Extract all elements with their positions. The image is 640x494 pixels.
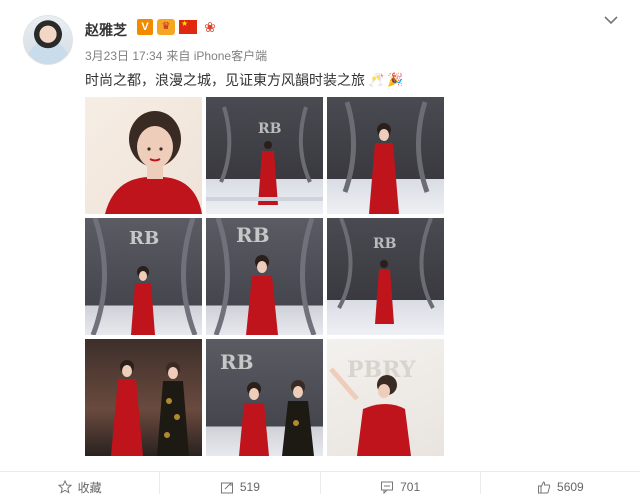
- favorite-label: 收藏: [77, 480, 102, 494]
- photo-4-logo: RB: [129, 228, 159, 249]
- photo-5-logo: RB: [236, 223, 270, 247]
- photo-4-image: RB: [90, 218, 198, 335]
- post-text-row: 时尚之都，浪漫之城，见证東方风韻时装之旅 🥂 🎉: [85, 70, 403, 90]
- china-flag-icon[interactable]: [179, 19, 197, 34]
- post-source: 来自 iPhone客户端: [166, 49, 268, 63]
- photo-6-logo: RB: [373, 236, 397, 252]
- like-button[interactable]: 5609: [481, 472, 640, 494]
- photo-2-logo: RB: [258, 121, 282, 137]
- chevron-down-icon[interactable]: [603, 12, 619, 28]
- photo-4[interactable]: RB: [85, 218, 202, 335]
- vip-crown-icon[interactable]: ♛: [157, 19, 175, 35]
- thumbs-up-icon: [538, 481, 551, 494]
- photo-5[interactable]: RB: [206, 218, 323, 335]
- photo-7-image: [111, 360, 189, 456]
- heart-hands-icon[interactable]: ❀: [201, 19, 219, 35]
- repost-icon: [220, 482, 233, 494]
- photo-5-image: RB: [213, 218, 317, 335]
- photo-1-image: [105, 111, 202, 214]
- repost-count: 519: [239, 480, 260, 494]
- avatar[interactable]: [23, 15, 73, 65]
- photo-6[interactable]: RB: [327, 218, 444, 335]
- comment-count: 701: [400, 480, 421, 494]
- photo-3[interactable]: [327, 97, 444, 214]
- comment-button[interactable]: 701: [321, 472, 481, 494]
- username[interactable]: 赵雅芝: [85, 20, 127, 40]
- party-popper-emoji-icon: 🎉: [387, 72, 404, 87]
- photo-9-image: PBRY: [329, 357, 416, 456]
- post-text: 时尚之都，浪漫之城，见证東方风韻时装之旅: [85, 72, 365, 88]
- repost-button[interactable]: 519: [160, 472, 321, 494]
- photo-8[interactable]: RB: [206, 339, 323, 456]
- photo-9[interactable]: PBRY: [327, 339, 444, 456]
- favorite-button[interactable]: 收藏: [0, 472, 161, 494]
- photo-6-image: RB: [337, 218, 435, 324]
- post-action-bar: 收藏 519 701 5609: [0, 471, 640, 494]
- photo-2[interactable]: RB: [206, 97, 323, 214]
- champagne-emoji-icon: 🥂: [368, 72, 385, 87]
- photo-8-image: RB: [220, 350, 314, 456]
- post-date[interactable]: 3月23日 17:34: [85, 47, 162, 64]
- verified-badge-icon[interactable]: V: [137, 19, 153, 35]
- post-meta: 3月23日 17:34 来自 iPhone客户端: [85, 47, 267, 64]
- star-icon: [57, 480, 72, 494]
- photo-1[interactable]: [85, 97, 202, 214]
- photo-7[interactable]: [85, 339, 202, 456]
- photo-8-logo: RB: [220, 350, 254, 374]
- user-badges: V ♛ ❀: [137, 19, 219, 35]
- photo-3-image: [342, 101, 430, 214]
- photo-grid: RB RB RB RB RB PBRY: [85, 97, 445, 456]
- photo-2-image: RB: [206, 106, 323, 205]
- comment-icon: [381, 481, 394, 494]
- like-count: 5609: [557, 480, 584, 494]
